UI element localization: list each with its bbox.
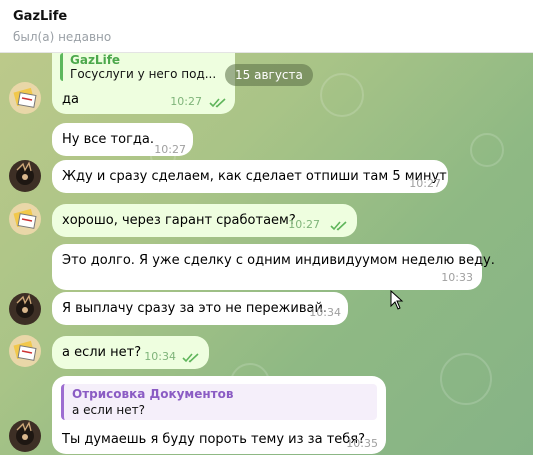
- double-check-icon: [182, 353, 199, 363]
- chat-title[interactable]: GazLife: [13, 9, 67, 24]
- message-time: 10:34: [309, 306, 341, 319]
- message-text: Ну все тогда.: [62, 132, 154, 147]
- avatar[interactable]: [9, 160, 41, 192]
- message-time: 10:35: [346, 437, 378, 450]
- message-bubble-incoming[interactable]: Это долго. Я уже сделку с одним индивиду…: [52, 244, 495, 290]
- date-separator: 15 августа: [225, 64, 313, 86]
- message-time: 10:27: [154, 143, 186, 156]
- message-text: хорошо, через гарант сработаем?: [62, 213, 296, 228]
- avatar[interactable]: [9, 420, 41, 452]
- message-bubble-outgoing[interactable]: хорошо, через гарант сработаем? 10:27: [52, 204, 357, 237]
- background-pattern: [470, 133, 504, 167]
- message-bubble-incoming[interactable]: Ну все тогда. 10:27: [52, 123, 193, 156]
- dark-figure-avatar-icon: [16, 161, 34, 185]
- message-bubble-incoming[interactable]: Отрисовка Документов а если нет? Ты дума…: [52, 376, 386, 454]
- avatar[interactable]: [9, 203, 41, 235]
- message-time: 10:27: [288, 218, 320, 231]
- dark-figure-avatar-icon: [16, 294, 34, 318]
- reply-quoted-text: а если нет?: [72, 403, 146, 417]
- message-bubble-outgoing[interactable]: а если нет? 10:34: [52, 336, 209, 369]
- double-check-icon: [330, 221, 347, 231]
- reply-preview[interactable]: GazLife Госуслуги у него под...: [60, 53, 227, 81]
- message-time: 10:27: [170, 95, 202, 108]
- message-bubble-incoming[interactable]: Жду и сразу сделаем, как сделает отпиши …: [52, 160, 448, 193]
- message-text: Жду и сразу сделаем, как сделает отпиши …: [62, 169, 447, 184]
- message-text: Ты думаешь я буду пороть тему из за тебя…: [62, 432, 365, 447]
- reply-preview[interactable]: Отрисовка Документов а если нет?: [61, 384, 377, 420]
- background-pattern: [440, 353, 492, 405]
- reply-sender-name: Отрисовка Документов: [72, 387, 234, 401]
- document-avatar-icon: [13, 87, 37, 108]
- document-avatar-icon: [13, 208, 37, 229]
- avatar[interactable]: [9, 335, 41, 367]
- mouse-pointer-icon: [390, 290, 404, 310]
- message-bubble-incoming[interactable]: Я выплачу сразу за это не переживай. 10:…: [52, 292, 348, 325]
- background-pattern: [320, 73, 364, 117]
- avatar[interactable]: [9, 82, 41, 114]
- document-avatar-icon: [13, 340, 37, 361]
- reply-sender-name: GazLife: [70, 53, 121, 67]
- message-text: а если нет?: [62, 345, 142, 360]
- avatar[interactable]: [9, 293, 41, 325]
- last-seen-status: был(а) недавно: [13, 30, 112, 44]
- message-time: 10:34: [144, 350, 176, 363]
- message-time: 10:33: [441, 271, 473, 284]
- message-text: Я выплачу сразу за это не переживай.: [62, 301, 328, 316]
- double-check-icon: [209, 98, 226, 108]
- message-text: да: [62, 92, 79, 107]
- message-time: 10:27: [409, 177, 441, 190]
- message-text: Это долго. Я уже сделку с одним индивиду…: [62, 253, 495, 268]
- message-list[interactable]: GazLife Госуслуги у него под... да 10:27…: [0, 53, 533, 455]
- message-bubble-outgoing[interactable]: GazLife Госуслуги у него под... да 10:27: [52, 53, 235, 114]
- chat-header[interactable]: GazLife был(а) недавно: [0, 0, 533, 53]
- reply-quoted-text: Госуслуги у него под...: [70, 67, 217, 81]
- dark-figure-avatar-icon: [16, 421, 34, 445]
